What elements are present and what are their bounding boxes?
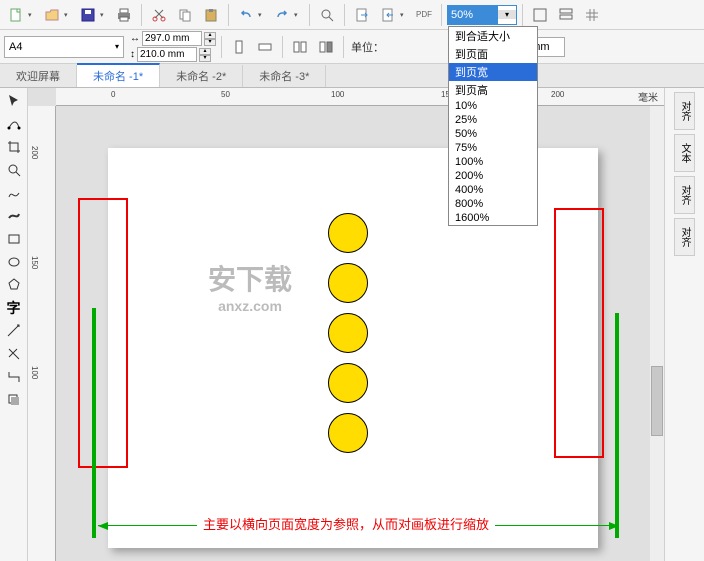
copy-button[interactable] [173, 3, 197, 27]
document-tabs: 欢迎屏幕未命名 -1*未命名 -2*未命名 -3* [0, 64, 704, 88]
document-tab[interactable]: 未命名 -1* [77, 63, 160, 87]
width-up[interactable]: ▴ [204, 32, 216, 39]
dimension-tool[interactable] [2, 343, 26, 365]
zoom-option[interactable]: 100% [449, 155, 537, 169]
cut-button[interactable] [147, 3, 171, 27]
zoom-option[interactable]: 10% [449, 99, 537, 113]
toolbox: 字 [0, 88, 28, 561]
zoom-option[interactable]: 到合适大小 [449, 27, 537, 45]
zoom-option[interactable]: 1600% [449, 211, 537, 225]
zoom-option[interactable]: 到页面 [449, 45, 537, 63]
width-down[interactable]: ▾ [204, 39, 216, 46]
caption-text: 主要以横向页面宽度为参照，从而对画板进行缩放 [197, 514, 495, 533]
ruler-horizontal: 毫米050100150200 [56, 88, 664, 106]
fullscreen-button[interactable] [528, 3, 552, 27]
canvas-area[interactable]: 毫米050100150200 200150100 主要以横向页面宽度为参照，从而… [28, 88, 664, 561]
zoom-option[interactable]: 25% [449, 113, 537, 127]
zoom-combo[interactable]: ▾ 到合适大小到页面到页宽到页高10%25%50%75%100%200%400%… [447, 5, 517, 25]
grid-button[interactable] [580, 3, 604, 27]
pick-tool[interactable] [2, 90, 26, 112]
page-dimensions: ↔▴▾ ↕▴▾ [130, 31, 216, 62]
document-tab[interactable]: 未命名 -2* [160, 65, 243, 87]
zoom-tool[interactable] [2, 159, 26, 181]
artistic-media-tool[interactable] [2, 205, 26, 227]
landscape-button[interactable] [253, 35, 277, 59]
new-button[interactable] [4, 3, 28, 27]
open-dropdown[interactable]: ▾ [64, 11, 74, 19]
paste-button[interactable] [199, 3, 223, 27]
pdf-button[interactable]: PDF [412, 3, 436, 27]
crop-tool[interactable] [2, 136, 26, 158]
save-button[interactable] [76, 3, 100, 27]
all-pages-button[interactable] [288, 35, 312, 59]
annotation-box-right [554, 208, 604, 458]
redo-dropdown[interactable]: ▾ [294, 11, 304, 19]
circle-shape[interactable] [328, 263, 368, 303]
zoom-option[interactable]: 到页宽 [449, 63, 537, 81]
shape-tool[interactable] [2, 113, 26, 135]
polygon-tool[interactable] [2, 274, 26, 296]
ellipse-tool[interactable] [2, 251, 26, 273]
print-button[interactable] [112, 3, 136, 27]
zoom-option[interactable]: 800% [449, 197, 537, 211]
circle-shape[interactable] [328, 213, 368, 253]
height-down[interactable]: ▾ [199, 55, 211, 62]
zoom-dropdown-list: 到合适大小到页面到页宽到页高10%25%50%75%100%200%400%80… [448, 26, 538, 226]
circle-shape[interactable] [328, 413, 368, 453]
circle-shape[interactable] [328, 313, 368, 353]
document-tab[interactable]: 未命名 -3* [243, 65, 326, 87]
search-button[interactable] [315, 3, 339, 27]
guide-left [92, 308, 96, 538]
text-tool[interactable]: 字 [2, 297, 26, 319]
unit-label: 单位： [351, 39, 384, 55]
import-button[interactable] [350, 3, 374, 27]
zoom-dropdown-toggle[interactable]: ▾ [498, 10, 516, 19]
guide-right [615, 313, 619, 538]
zoom-option[interactable]: 200% [449, 169, 537, 183]
page-height-input[interactable] [137, 47, 197, 62]
toolbar-page: A4▾ ↔▴▾ ↕▴▾ 单位： [0, 30, 704, 64]
undo-dropdown[interactable]: ▾ [258, 11, 268, 19]
redo-button[interactable] [270, 3, 294, 27]
drop-shadow-tool[interactable] [2, 389, 26, 411]
annotation-box-left [78, 198, 128, 468]
rulers-button[interactable] [554, 3, 578, 27]
zoom-option[interactable]: 400% [449, 183, 537, 197]
toolbar-main: ▾ ▾ ▾ ▾ ▾ ▾ PDF ▾ 到合适大小到页面到页宽到页高10%25%50… [0, 0, 704, 30]
circle-shape[interactable] [328, 363, 368, 403]
paper-size-select[interactable]: A4▾ [4, 36, 124, 58]
docker-tab[interactable]: 对齐 [674, 218, 695, 256]
scrollbar-thumb[interactable] [651, 366, 663, 436]
current-page-button[interactable] [314, 35, 338, 59]
rectangle-tool[interactable] [2, 228, 26, 250]
zoom-option[interactable]: 75% [449, 141, 537, 155]
open-button[interactable] [40, 3, 64, 27]
export-button[interactable] [376, 3, 400, 27]
height-up[interactable]: ▴ [199, 48, 211, 55]
main-area: 字 毫米050100150200 200150100 主要以横向页面宽度为参照，… [0, 88, 704, 561]
zoom-option[interactable]: 50% [449, 127, 537, 141]
export-dropdown[interactable]: ▾ [400, 11, 410, 19]
scrollbar-vertical[interactable] [650, 106, 664, 561]
freehand-tool[interactable] [2, 182, 26, 204]
new-dropdown[interactable]: ▾ [28, 11, 38, 19]
docker-tab[interactable]: 文本 [674, 134, 695, 172]
docker-tab[interactable]: 对齐 [674, 176, 695, 214]
table-tool[interactable] [2, 320, 26, 342]
undo-button[interactable] [234, 3, 258, 27]
height-icon: ↕ [130, 49, 135, 60]
right-dock: 对齐文本对齐对齐 [664, 88, 704, 561]
connector-tool[interactable] [2, 366, 26, 388]
portrait-button[interactable] [227, 35, 251, 59]
page-width-input[interactable] [142, 31, 202, 46]
zoom-option[interactable]: 到页高 [449, 81, 537, 99]
save-dropdown[interactable]: ▾ [100, 11, 110, 19]
ruler-vertical: 200150100 [28, 106, 56, 561]
width-icon: ↔ [130, 33, 140, 44]
zoom-input[interactable] [448, 6, 498, 24]
document-tab[interactable]: 欢迎屏幕 [0, 65, 77, 87]
docker-tab[interactable]: 对齐 [674, 92, 695, 130]
